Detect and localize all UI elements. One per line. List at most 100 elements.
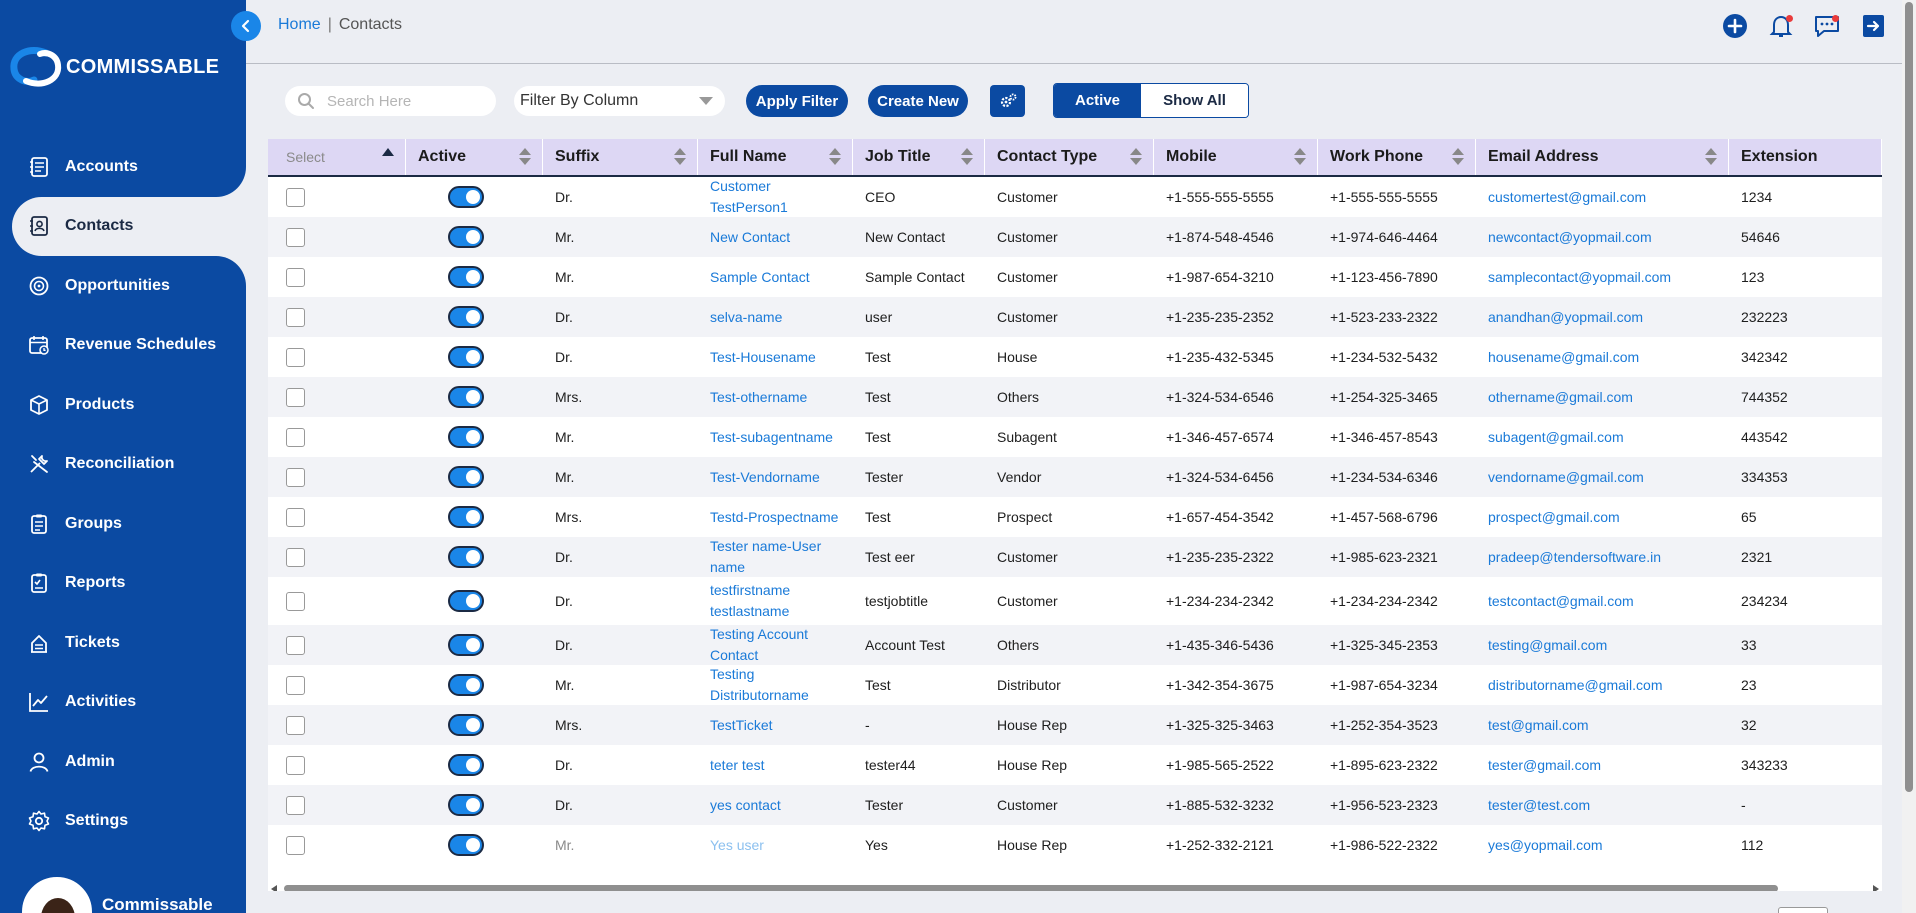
messages-button[interactable]: [1813, 12, 1841, 40]
sidebar-item-admin[interactable]: Admin: [0, 732, 246, 792]
user-profile[interactable]: Commissable: [0, 877, 246, 913]
cell-full-name[interactable]: Test-Housename: [698, 337, 853, 377]
cell-email[interactable]: pradeep@tendersoftware.in: [1476, 537, 1729, 577]
sort-icon[interactable]: [674, 148, 686, 166]
cell-email[interactable]: othername@gmail.com: [1476, 377, 1729, 417]
column-header-work-phone[interactable]: Work Phone: [1318, 139, 1476, 175]
scroll-left-icon[interactable]: [271, 885, 277, 891]
table-row[interactable]: Dr. selva-name user Customer +1-235-235-2352…: [268, 297, 1882, 337]
column-header-extension[interactable]: Extension: [1729, 139, 1882, 175]
cell-email[interactable]: subagent@gmail.com: [1476, 417, 1729, 457]
column-header-active[interactable]: Active: [406, 139, 543, 175]
active-toggle[interactable]: [448, 674, 484, 696]
table-row[interactable]: Mr. New Contact New Contact Customer +1-874-…: [268, 217, 1882, 257]
row-checkbox[interactable]: [286, 427, 305, 447]
cell-full-name[interactable]: Testing Distributorname: [698, 665, 853, 705]
active-toggle[interactable]: [448, 226, 484, 248]
table-row[interactable]: Mr. Testing Distributorname Test Distributo…: [268, 665, 1882, 705]
sidebar-item-contacts[interactable]: Contacts: [12, 196, 246, 256]
cell-full-name[interactable]: testfirstname testlastname: [698, 577, 853, 625]
active-toggle[interactable]: [448, 466, 484, 488]
sidebar-item-revenue-schedules[interactable]: Revenue Schedules: [0, 316, 246, 376]
search-box[interactable]: [285, 86, 496, 116]
cell-full-name[interactable]: Testd-Prospectname: [698, 497, 853, 537]
row-checkbox[interactable]: [286, 387, 305, 407]
table-row[interactable]: Mr. Sample Contact Sample Contact Customer +…: [268, 257, 1882, 297]
cell-full-name[interactable]: teter test: [698, 745, 853, 785]
column-header-contact-type[interactable]: Contact Type: [985, 139, 1154, 175]
sidebar-item-settings[interactable]: Settings: [0, 792, 246, 852]
create-new-button[interactable]: Create New: [868, 85, 968, 117]
row-checkbox[interactable]: [286, 795, 305, 815]
sort-icon[interactable]: [1294, 148, 1306, 166]
row-checkbox[interactable]: [286, 227, 305, 247]
horizontal-scroll-thumb[interactable]: [284, 885, 1778, 891]
cell-email[interactable]: yes@yopmail.com: [1476, 825, 1729, 865]
cell-email[interactable]: newcontact@yopmail.com: [1476, 217, 1729, 257]
table-row[interactable]: Mrs. TestTicket - House Rep +1-325-325-3463 +…: [268, 705, 1882, 745]
scroll-right-icon[interactable]: [1873, 885, 1879, 891]
search-input[interactable]: [327, 92, 477, 110]
row-checkbox[interactable]: [286, 507, 305, 527]
sort-icon[interactable]: [829, 148, 841, 166]
cell-email[interactable]: tester@gmail.com: [1476, 745, 1729, 785]
cell-full-name[interactable]: Test-othername: [698, 377, 853, 417]
active-toggle[interactable]: [448, 794, 484, 816]
table-row[interactable]: Mrs. Test-othername Test Others +1-324-534-6…: [268, 377, 1882, 417]
column-header-mobile[interactable]: Mobile: [1154, 139, 1318, 175]
column-header-select[interactable]: Select: [268, 139, 406, 175]
column-header-suffix[interactable]: Suffix: [543, 139, 698, 175]
add-button[interactable]: [1721, 12, 1749, 40]
collapse-sidebar-button[interactable]: [231, 11, 261, 41]
cell-email[interactable]: housename@gmail.com: [1476, 337, 1729, 377]
table-row[interactable]: Mr. Test-Vendorname Tester Vendor +1-324-534…: [268, 457, 1882, 497]
active-toggle[interactable]: [448, 634, 484, 656]
row-checkbox[interactable]: [286, 307, 305, 327]
table-row[interactable]: Dr. Testing Account Contact Account Test Ot…: [268, 625, 1882, 665]
show-all-toggle-button[interactable]: Show All: [1141, 84, 1248, 117]
sidebar-item-groups[interactable]: Groups: [0, 494, 246, 554]
cell-full-name[interactable]: Test-Vendorname: [698, 457, 853, 497]
table-row[interactable]: Mr. Test-subagentname Test Subagent +1-346-4…: [268, 417, 1882, 457]
cell-full-name[interactable]: Yes user: [698, 825, 853, 865]
row-checkbox[interactable]: [286, 715, 305, 735]
cell-email[interactable]: anandhan@yopmail.com: [1476, 297, 1729, 337]
cell-email[interactable]: vendorname@gmail.com: [1476, 457, 1729, 497]
vertical-scroll-thumb[interactable]: [1905, 2, 1913, 792]
apply-filter-button[interactable]: Apply Filter: [746, 85, 848, 117]
cell-full-name[interactable]: Tester name-User name: [698, 537, 853, 577]
row-checkbox[interactable]: [286, 635, 305, 655]
row-checkbox[interactable]: [286, 755, 305, 775]
sort-icon[interactable]: [1452, 148, 1464, 166]
table-row[interactable]: Dr. Test-Housename Test House +1-235-432-534…: [268, 337, 1882, 377]
logout-button[interactable]: [1859, 12, 1887, 40]
row-checkbox[interactable]: [286, 547, 305, 567]
row-checkbox[interactable]: [286, 347, 305, 367]
vertical-scrollbar[interactable]: [1902, 0, 1916, 913]
sidebar-item-reports[interactable]: Reports: [0, 554, 246, 614]
active-toggle[interactable]: [448, 506, 484, 528]
active-toggle[interactable]: [448, 754, 484, 776]
sidebar-item-reconciliation[interactable]: Reconciliation: [0, 435, 246, 495]
table-row[interactable]: Dr. Customer TestPerson1 CEO Customer +1-555…: [268, 177, 1882, 217]
active-toggle[interactable]: [448, 590, 484, 612]
sidebar-item-tickets[interactable]: Tickets: [0, 613, 246, 673]
column-header-job-title[interactable]: Job Title: [853, 139, 985, 175]
active-toggle-button[interactable]: Active: [1054, 84, 1141, 117]
cell-full-name[interactable]: Customer TestPerson1: [698, 177, 853, 217]
table-row[interactable]: Dr. testfirstname testlastname testjobtitl…: [268, 577, 1882, 625]
table-row[interactable]: Mr. Yes user Yes House Rep +1-252-332-2121 +1…: [268, 825, 1882, 865]
cell-email[interactable]: prospect@gmail.com: [1476, 497, 1729, 537]
page-size-control[interactable]: [1778, 907, 1828, 913]
active-toggle[interactable]: [448, 266, 484, 288]
cell-full-name[interactable]: selva-name: [698, 297, 853, 337]
cell-full-name[interactable]: TestTicket: [698, 705, 853, 745]
cell-email[interactable]: distributorname@gmail.com: [1476, 665, 1729, 705]
sidebar-item-activities[interactable]: Activities: [0, 673, 246, 733]
table-row[interactable]: Mrs. Testd-Prospectname Test Prospect +1-657…: [268, 497, 1882, 537]
cell-email[interactable]: tester@test.com: [1476, 785, 1729, 825]
sort-asc-icon[interactable]: [382, 148, 394, 156]
row-checkbox[interactable]: [286, 187, 305, 207]
sidebar-item-products[interactable]: Products: [0, 375, 246, 435]
cell-full-name[interactable]: Testing Account Contact: [698, 625, 853, 665]
